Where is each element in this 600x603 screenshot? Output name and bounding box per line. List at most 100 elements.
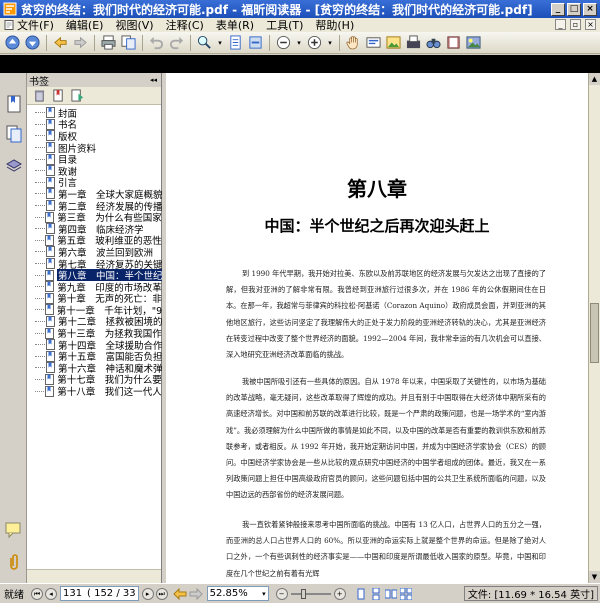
bookmark-item[interactable]: 第八章 中国：半个世纪之 bbox=[35, 269, 162, 281]
bookmark-properties-icon[interactable] bbox=[71, 89, 84, 102]
fit-page-button[interactable] bbox=[227, 34, 244, 51]
bookmark-item[interactable]: 图片资料 bbox=[35, 142, 162, 154]
doc-close-button[interactable]: × bbox=[585, 19, 596, 30]
print-button[interactable] bbox=[100, 34, 117, 51]
bookmark-item[interactable]: 目录 bbox=[35, 153, 162, 165]
image-button[interactable] bbox=[465, 34, 482, 51]
zoom-out-dropdown[interactable]: ▾ bbox=[295, 34, 303, 51]
select-text-button[interactable] bbox=[365, 34, 382, 51]
bookmark-item[interactable]: 封面 bbox=[35, 107, 162, 119]
page-input[interactable]: 131 ( 152 / 33 bbox=[60, 586, 139, 601]
scroll-down-arrow[interactable]: ▼ bbox=[589, 571, 600, 583]
bookmark-item[interactable]: 第十八章 我们这一代人的 bbox=[35, 385, 162, 397]
zoom-slider-thumb[interactable] bbox=[300, 588, 306, 599]
menu-form[interactable]: 表单(R) bbox=[216, 17, 254, 33]
bookmark-item[interactable]: 书名 bbox=[35, 118, 162, 130]
bookmark-item[interactable]: 第十五章 富国能否负担 bbox=[35, 350, 162, 362]
menu-view[interactable]: 视图(V) bbox=[115, 17, 153, 33]
zoom-slider[interactable] bbox=[290, 588, 331, 599]
next-page-button[interactable]: ▸ bbox=[141, 587, 154, 600]
prev-page-button[interactable]: ◂ bbox=[45, 587, 57, 600]
fit-width-button[interactable] bbox=[247, 34, 264, 51]
bookmark-item[interactable]: 引言 bbox=[35, 176, 162, 188]
bookmark-item[interactable]: 第三章 为什么有些国家未 bbox=[35, 211, 162, 223]
back-view-icon[interactable] bbox=[172, 587, 187, 600]
copy-button[interactable] bbox=[120, 34, 137, 51]
find-button[interactable] bbox=[425, 34, 442, 51]
tree-connector bbox=[35, 309, 44, 311]
snapshot-button[interactable] bbox=[385, 34, 402, 51]
bookmark-item[interactable]: 第九章 印度的市场改革： bbox=[35, 281, 162, 293]
continuous-facing-view-icon[interactable] bbox=[399, 587, 412, 600]
toolbar-spacer-bar bbox=[0, 55, 600, 73]
bookmark-item[interactable]: 第二章 经济发展的传播 bbox=[35, 200, 162, 211]
new-bookmark-icon[interactable] bbox=[52, 89, 65, 102]
scroll-thumb[interactable] bbox=[590, 303, 599, 363]
attachments-tab-icon[interactable] bbox=[5, 553, 23, 571]
zoom-select[interactable]: 52.85% ▾ bbox=[206, 586, 269, 601]
undo-button[interactable] bbox=[148, 34, 165, 51]
back-button[interactable] bbox=[52, 34, 69, 51]
zoom-in-status-button[interactable]: + bbox=[333, 587, 346, 600]
forward-view-icon[interactable] bbox=[189, 587, 203, 600]
pages-tab-icon[interactable] bbox=[5, 125, 23, 143]
zoom-out-status-button[interactable]: − bbox=[275, 587, 288, 600]
panel-horizontal-scrollbar[interactable] bbox=[27, 569, 161, 583]
page-up-button[interactable] bbox=[4, 34, 21, 51]
hand-tool-button[interactable] bbox=[345, 34, 362, 51]
minimize-button[interactable]: _ bbox=[551, 2, 565, 16]
continuous-view-icon[interactable] bbox=[370, 587, 382, 600]
bookmark-icon bbox=[45, 211, 55, 223]
typewriter-button[interactable] bbox=[405, 34, 422, 51]
bookmark-item[interactable]: 版权 bbox=[35, 130, 162, 142]
forward-button[interactable] bbox=[72, 34, 89, 51]
maximize-button[interactable]: □ bbox=[567, 2, 581, 16]
bookmark-item[interactable]: 第十三章 为拯救我国作决 bbox=[35, 327, 162, 339]
bookmark-item[interactable]: 第六章 波兰回到欧洲 bbox=[35, 246, 162, 258]
bookmark-add-button[interactable] bbox=[445, 34, 462, 51]
collapse-panel-button[interactable]: ◂◂ bbox=[150, 76, 157, 84]
bookmark-label: 第十五章 富国能否负担 bbox=[57, 352, 162, 363]
delete-bookmark-icon[interactable] bbox=[33, 89, 46, 102]
bookmark-item[interactable]: 致谢 bbox=[35, 165, 162, 177]
bookmark-icon bbox=[45, 269, 55, 281]
menu-tools[interactable]: 工具(T) bbox=[266, 17, 303, 33]
document-view[interactable]: 第八章 中国：半个世纪之后再次迎头赶上 到 1990 年代早期，我开始对拉美、东… bbox=[166, 73, 588, 583]
doc-minimize-button[interactable]: _ bbox=[555, 19, 566, 30]
doc-restore-button[interactable]: ▫ bbox=[570, 19, 581, 30]
comments-tab-icon[interactable] bbox=[5, 521, 23, 539]
bookmark-item[interactable]: 第十六章 神话和魔术弹 bbox=[35, 362, 162, 374]
bookmark-item[interactable]: 第四章 临床经济学 bbox=[35, 223, 162, 235]
bookmark-label: 图片资料 bbox=[58, 143, 97, 154]
bookmark-item[interactable]: 第十四章 全球援助合作 bbox=[35, 339, 162, 350]
close-button[interactable]: × bbox=[583, 2, 597, 16]
bookmark-label: 第四章 临床经济学 bbox=[58, 224, 144, 235]
bookmark-item[interactable]: 第十一章 千年计划，"9·11 bbox=[35, 304, 162, 316]
bookmark-item[interactable]: 第十二章 拯救被困境的 bbox=[35, 315, 162, 327]
bookmark-item[interactable]: 第十章 无声的死亡：非洲 bbox=[35, 292, 162, 304]
bookmark-item[interactable]: 第一章 全球大家庭概貌 bbox=[35, 188, 162, 200]
menu-edit[interactable]: 编辑(E) bbox=[66, 17, 104, 33]
menu-file[interactable]: 文件(F) bbox=[17, 17, 54, 33]
document-vertical-scrollbar[interactable]: ▲ ▼ bbox=[588, 73, 600, 583]
single-page-view-icon[interactable] bbox=[355, 588, 367, 600]
zoom-tool-button[interactable] bbox=[196, 34, 213, 51]
bookmark-item[interactable]: 第五章 玻利维亚的恶性通 bbox=[35, 234, 162, 246]
facing-view-icon[interactable] bbox=[384, 588, 397, 600]
scroll-up-arrow[interactable]: ▲ bbox=[589, 73, 600, 85]
bookmark-item[interactable]: 第十七章 我们为什么要做 bbox=[35, 373, 162, 385]
first-page-button[interactable]: ⏮ bbox=[31, 587, 43, 600]
layers-tab-icon[interactable] bbox=[5, 155, 23, 173]
zoom-in-button[interactable] bbox=[306, 34, 323, 51]
menu-comment[interactable]: 注释(C) bbox=[166, 17, 204, 33]
zoom-out-button[interactable] bbox=[275, 34, 292, 51]
bookmark-icon bbox=[45, 327, 55, 339]
zoom-in-dropdown[interactable]: ▾ bbox=[326, 34, 334, 51]
bookmark-item[interactable]: 第七章 经济复苏的关键 bbox=[35, 258, 162, 269]
bookmarks-tab-icon[interactable] bbox=[5, 95, 23, 113]
menu-help[interactable]: 帮助(H) bbox=[315, 17, 354, 33]
zoom-dropdown-button[interactable]: ▾ bbox=[216, 34, 224, 51]
page-down-button[interactable] bbox=[24, 34, 41, 51]
last-page-button[interactable]: ⏭ bbox=[155, 587, 168, 600]
redo-button[interactable] bbox=[168, 34, 185, 51]
